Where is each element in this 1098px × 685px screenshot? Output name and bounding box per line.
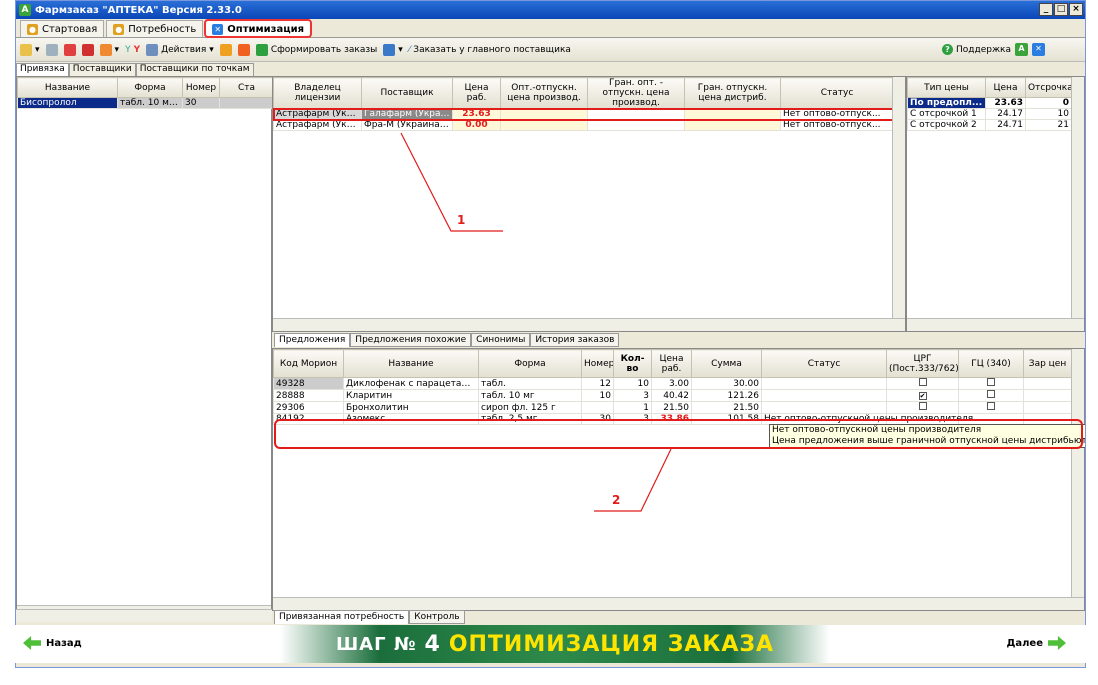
step-prefix: ШАГ № (335, 633, 417, 655)
arrow-left-icon (23, 636, 41, 650)
back-label: Назад (46, 637, 82, 649)
bottom-tabs: Привязанная потребность Контроль (274, 610, 465, 624)
step-title: ШАГ № 4 ОПТИМИЗАЦИЯ ЗАКАЗА (280, 625, 830, 663)
annotation-label-1: 1 (457, 213, 466, 227)
next-button[interactable]: Далее (1006, 636, 1066, 650)
back-button[interactable]: Назад (23, 636, 82, 650)
step-name: ОПТИМИЗАЦИЯ ЗАКАЗА (448, 631, 775, 657)
tab-control[interactable]: Контроль (409, 610, 465, 624)
next-label: Далее (1006, 637, 1043, 649)
annotation-lines (400, 132, 672, 512)
arrow-right-icon (1048, 636, 1066, 650)
left-hscroll[interactable] (16, 609, 272, 622)
app-window: A Фармзаказ "АПТЕКА" Версия 2.33.0 _ □ ×… (15, 0, 1086, 668)
step-number: 4 (424, 631, 441, 657)
annotation-line-2 (594, 448, 672, 512)
annotation-line-1 (400, 132, 503, 232)
wizard-banner: Назад ШАГ № 4 ОПТИМИЗАЦИЯ ЗАКАЗА Далее (15, 625, 1086, 663)
annotation-label-2: 2 (612, 493, 621, 507)
tab-linked-need[interactable]: Привязанная потребность (274, 610, 410, 624)
